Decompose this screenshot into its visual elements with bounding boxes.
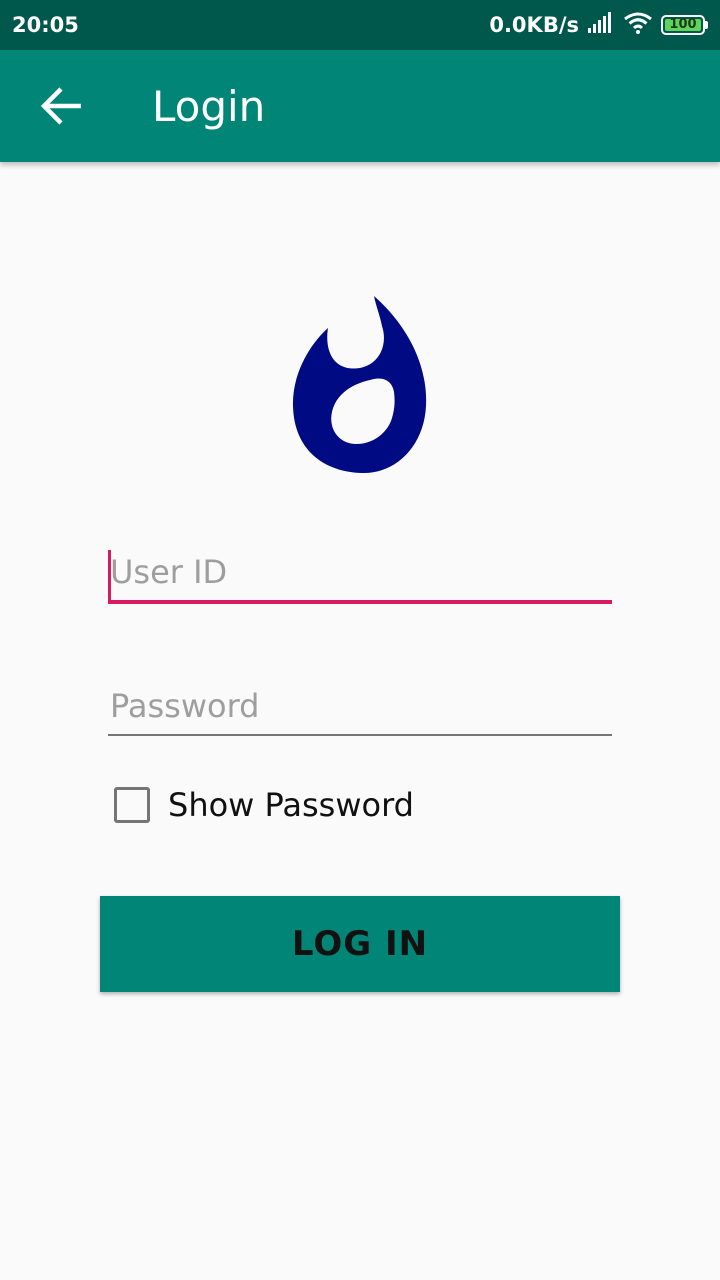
- user-id-field[interactable]: [108, 550, 612, 604]
- battery-level: 100: [665, 18, 701, 31]
- show-password-checkbox[interactable]: [114, 787, 150, 823]
- arrow-back-icon: [40, 87, 81, 125]
- page-title: Login: [152, 81, 266, 131]
- status-time: 20:05: [12, 13, 79, 37]
- status-bar: 20:05 0.0KB/s 100: [0, 0, 720, 50]
- flame-logo-icon: [292, 296, 427, 474]
- battery-icon: 100: [661, 15, 708, 35]
- show-password-toggle[interactable]: Show Password: [112, 782, 414, 828]
- network-speed: 0.0KB/s: [489, 13, 579, 37]
- status-indicators: 0.0KB/s 100: [489, 11, 708, 39]
- signal-icon: [587, 11, 615, 39]
- back-button[interactable]: [0, 50, 124, 162]
- password-field[interactable]: [108, 686, 612, 736]
- wifi-icon: [623, 12, 653, 39]
- show-password-label: Show Password: [168, 786, 414, 824]
- text-cursor: [108, 550, 111, 600]
- user-id-input[interactable]: [108, 552, 612, 600]
- password-input[interactable]: [108, 686, 612, 734]
- user-id-underline: [108, 600, 612, 604]
- app-bar: Login: [0, 50, 720, 162]
- login-button[interactable]: LOG IN: [100, 896, 620, 992]
- password-underline: [108, 734, 612, 736]
